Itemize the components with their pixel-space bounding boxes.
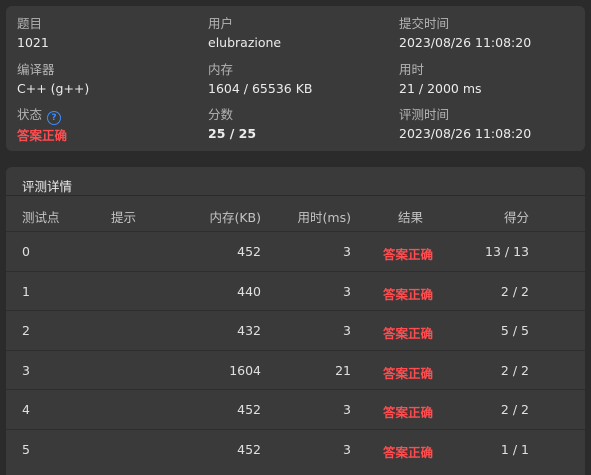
table-row: 4 452 3 答案正确 2 / 2 (6, 389, 585, 429)
score-value: 25 / 25 (208, 126, 257, 141)
cell-testcase: 0 (22, 244, 30, 259)
time-field: 用时 21 / 2000 ms (399, 62, 482, 97)
cell-memory: 452 (237, 244, 261, 259)
header-time: 用时(ms) (297, 210, 351, 225)
cell-result: 答案正确 (383, 405, 434, 420)
cell-memory: 440 (237, 283, 261, 299)
cell-testcase: 1 (22, 283, 30, 299)
submission-summary-card: 题目 1021 编译器 C++ (g++) 状态? 答案正确 用户 elubra… (6, 6, 585, 151)
time-label: 用时 (399, 62, 425, 77)
score-label: 分数 (208, 107, 234, 122)
status-field: 状态? 答案正确 (17, 107, 67, 144)
cell-result: 答案正确 (383, 365, 434, 381)
user-label: 用户 (208, 16, 234, 31)
cell-score: 2 / 2 (500, 283, 529, 299)
cell-memory: 452 (237, 441, 261, 457)
judge-time-label: 评测时间 (399, 107, 450, 122)
cell-score: 13 / 13 (485, 244, 529, 259)
cell-time: 3 (343, 283, 351, 299)
judge-details-card: 评测详情 测试点 提示 内存(KB) 用时(ms) 结果 得分 0 452 3 答案正… (6, 167, 585, 475)
problem-label: 题目 (17, 16, 43, 31)
cell-testcase: 3 (22, 362, 30, 378)
header-memory: 内存(KB) (209, 210, 261, 225)
memory-value: 1604 / 65536 KB (208, 81, 313, 96)
cell-time: 3 (343, 441, 351, 457)
header-testcase: 测试点 (22, 210, 60, 225)
cell-testcase: 4 (22, 402, 30, 417)
help-icon[interactable]: ? (47, 111, 62, 125)
cell-time: 3 (343, 323, 351, 338)
score-field: 分数 25 / 25 (208, 107, 256, 142)
table-row: 3 1604 21 答案正确 2 / 2 (6, 349, 585, 390)
memory-label: 内存 (208, 62, 234, 77)
cell-time: 3 (343, 244, 351, 259)
header-hint: 提示 (111, 210, 137, 225)
submit-time-field: 提交时间 2023/08/26 11:08:20 (399, 16, 531, 51)
table-row: 2 432 3 答案正确 5 / 5 (6, 310, 585, 350)
compiler-label: 编译器 (17, 62, 55, 77)
problem-field: 题目 1021 (17, 16, 49, 51)
problem-id[interactable]: 1021 (17, 35, 49, 51)
time-value: 21 / 2000 ms (399, 81, 482, 96)
cell-result: 答案正确 (383, 286, 434, 302)
header-result: 结果 (398, 210, 424, 225)
cell-memory: 452 (237, 402, 261, 417)
submit-time-label: 提交时间 (399, 16, 450, 31)
cell-score: 5 / 5 (500, 323, 529, 338)
memory-field: 内存 1604 / 65536 KB (208, 62, 312, 97)
cell-time: 3 (343, 402, 351, 417)
cell-testcase: 5 (22, 441, 30, 457)
cell-result: 答案正确 (383, 444, 434, 460)
table-row: 1 440 3 答案正确 2 / 2 (6, 270, 585, 311)
cell-score: 2 / 2 (500, 402, 529, 417)
submit-time-value: 2023/08/26 11:08:20 (399, 35, 532, 50)
compiler-value: C++ (g++) (17, 81, 90, 96)
table-row: 5 452 3 答案正确 1 / 1 (6, 428, 585, 469)
cell-testcase: 2 (22, 323, 30, 338)
cell-score: 2 / 2 (500, 362, 529, 378)
status-label: 状态 (17, 107, 43, 122)
cell-memory: 1604 (229, 362, 261, 378)
cell-memory: 432 (237, 323, 261, 338)
table-row: 0 452 3 答案正确 13 / 13 (6, 231, 585, 271)
cell-time: 21 (335, 362, 351, 378)
user-name[interactable]: elubrazione (208, 35, 281, 51)
header-score: 得分 (503, 210, 529, 225)
cell-result: 答案正确 (383, 247, 434, 262)
divider (6, 195, 585, 196)
judge-time-field: 评测时间 2023/08/26 11:08:20 (399, 107, 531, 142)
user-field: 用户 elubrazione (208, 16, 281, 51)
judge-time-value: 2023/08/26 11:08:20 (399, 126, 532, 141)
details-title: 评测详情 (22, 179, 73, 194)
compiler-field: 编译器 C++ (g++) (17, 62, 89, 97)
cell-result: 答案正确 (383, 326, 434, 341)
status-value: 答案正确 (17, 128, 68, 143)
cell-score: 1 / 1 (500, 441, 529, 457)
